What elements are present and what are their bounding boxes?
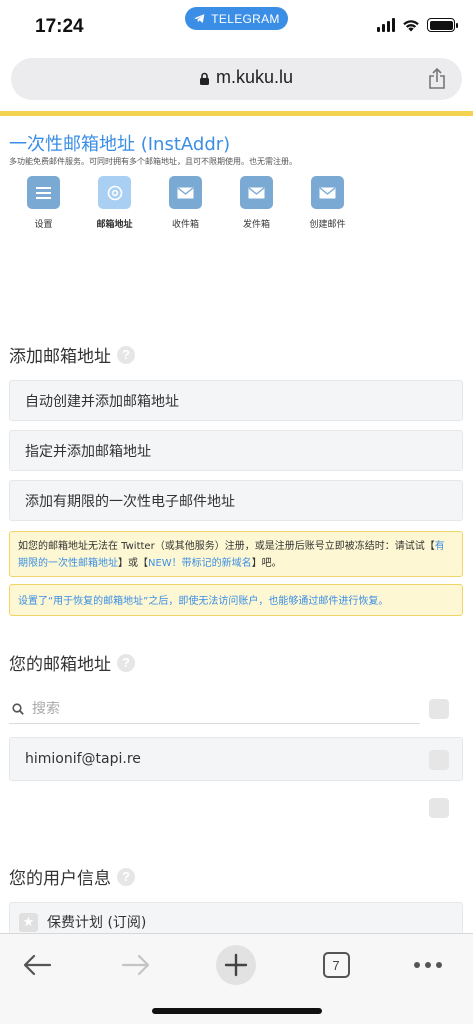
nav-label: 发件箱 (242, 220, 270, 230)
forward-button[interactable] (111, 940, 161, 990)
your-addresses-heading: 您的邮箱地址 ? (9, 650, 135, 675)
tab-count: 7 (322, 952, 350, 978)
help-icon[interactable]: ? (117, 345, 135, 364)
page-subtitle: 多功能免费邮件服务。可同时拥有多个邮箱地址，且可不限期使用。也无需注册。 (9, 157, 297, 166)
nav-item-addresses[interactable]: 邮箱地址 (79, 176, 150, 230)
add-timed-address-button[interactable]: 添加有期限的一次性电子邮件地址 (9, 480, 463, 521)
help-icon[interactable]: ? (117, 653, 135, 672)
telegram-label: TELEGRAM (211, 11, 280, 26)
star-icon: ★ (19, 912, 38, 932)
registration-notice: 如您的邮箱地址无法在 Twitter（或其他服务）注册，或是注册后账号立即被冻结… (9, 531, 463, 577)
back-button[interactable] (12, 940, 62, 990)
share-icon[interactable] (428, 68, 446, 90)
search-icon (12, 702, 24, 715)
home-indicator (152, 1008, 322, 1014)
at-icon (98, 176, 131, 209)
auto-create-address-button[interactable]: 自动创建并添加邮箱地址 (9, 380, 463, 421)
specify-address-button[interactable]: 指定并添加邮箱地址 (9, 430, 463, 471)
notice-text: 】或【 (118, 558, 148, 569)
nav-item-outbox[interactable]: 发件箱 (221, 176, 292, 230)
help-icon[interactable]: ? (117, 867, 135, 886)
add-address-heading: 添加邮箱地址 ? (9, 342, 135, 367)
extra-checkbox[interactable] (429, 798, 449, 818)
nav-label: 设置 (34, 220, 53, 230)
arrow-right-icon (121, 954, 150, 976)
new-domain-link[interactable]: NEW！带标记的新域名 (148, 558, 252, 569)
nav-item-settings[interactable]: 设置 (8, 176, 79, 230)
email-list-item[interactable]: himionif@tapi.re (9, 737, 463, 781)
more-dots-icon (414, 962, 442, 968)
email-checkbox[interactable] (429, 750, 449, 770)
battery-icon (427, 18, 458, 32)
nav-label: 创建邮件 (309, 220, 346, 230)
telegram-return-pill[interactable]: TELEGRAM (185, 7, 288, 30)
lock-icon (200, 72, 209, 85)
section-title: 添加邮箱地址 (9, 347, 111, 367)
url-text: m.kuku.lu (216, 67, 294, 87)
status-bar: 17:24 TELEGRAM (0, 0, 473, 50)
search-bar (9, 694, 420, 724)
email-address: himionif@tapi.re (25, 751, 141, 767)
section-title: 您的邮箱地址 (9, 655, 111, 675)
mail-icon (169, 176, 202, 209)
section-title: 您的用户信息 (9, 869, 111, 889)
nav-label: 收件箱 (171, 220, 199, 230)
nav-item-inbox[interactable]: 收件箱 (150, 176, 221, 230)
user-info-heading: 您的用户信息 ? (9, 864, 135, 889)
cellular-signal-icon (377, 18, 395, 32)
plan-label: 保费计划 (订阅) (47, 915, 147, 931)
mail-icon (311, 176, 344, 209)
notice-text: 如您的邮箱地址无法在 Twitter（或其他服务）注册，或是注册后账号立即被冻结… (18, 541, 435, 552)
status-time: 17:24 (35, 16, 84, 37)
page-title: 一次性邮箱地址 (InstAddr) (9, 134, 231, 155)
wifi-icon (403, 20, 419, 32)
nav-item-compose[interactable]: 创建邮件 (292, 176, 363, 230)
tabs-button[interactable]: 7 (311, 940, 361, 990)
header-accent-line (0, 111, 473, 116)
nav-label: 邮箱地址 (96, 220, 133, 230)
search-input[interactable] (32, 700, 392, 717)
select-all-checkbox[interactable] (429, 699, 449, 719)
recovery-notice[interactable]: 设置了“用于恢复的邮箱地址”之后，即使无法访问账户，也能够通过邮件进行恢复。 (9, 584, 463, 616)
arrow-left-icon (23, 954, 52, 976)
status-icons (377, 18, 458, 32)
new-tab-button[interactable] (211, 940, 261, 990)
plus-icon (216, 945, 256, 985)
address-bar[interactable]: m.kuku.lu (11, 58, 462, 100)
notice-text: 】吧。 (251, 558, 282, 569)
mail-icon (240, 176, 273, 209)
telegram-icon (194, 14, 205, 23)
more-options-button[interactable] (403, 940, 453, 990)
main-nav: 设置 邮箱地址 收件箱 发件箱 创建邮件 (8, 176, 363, 230)
menu-icon (27, 176, 60, 209)
